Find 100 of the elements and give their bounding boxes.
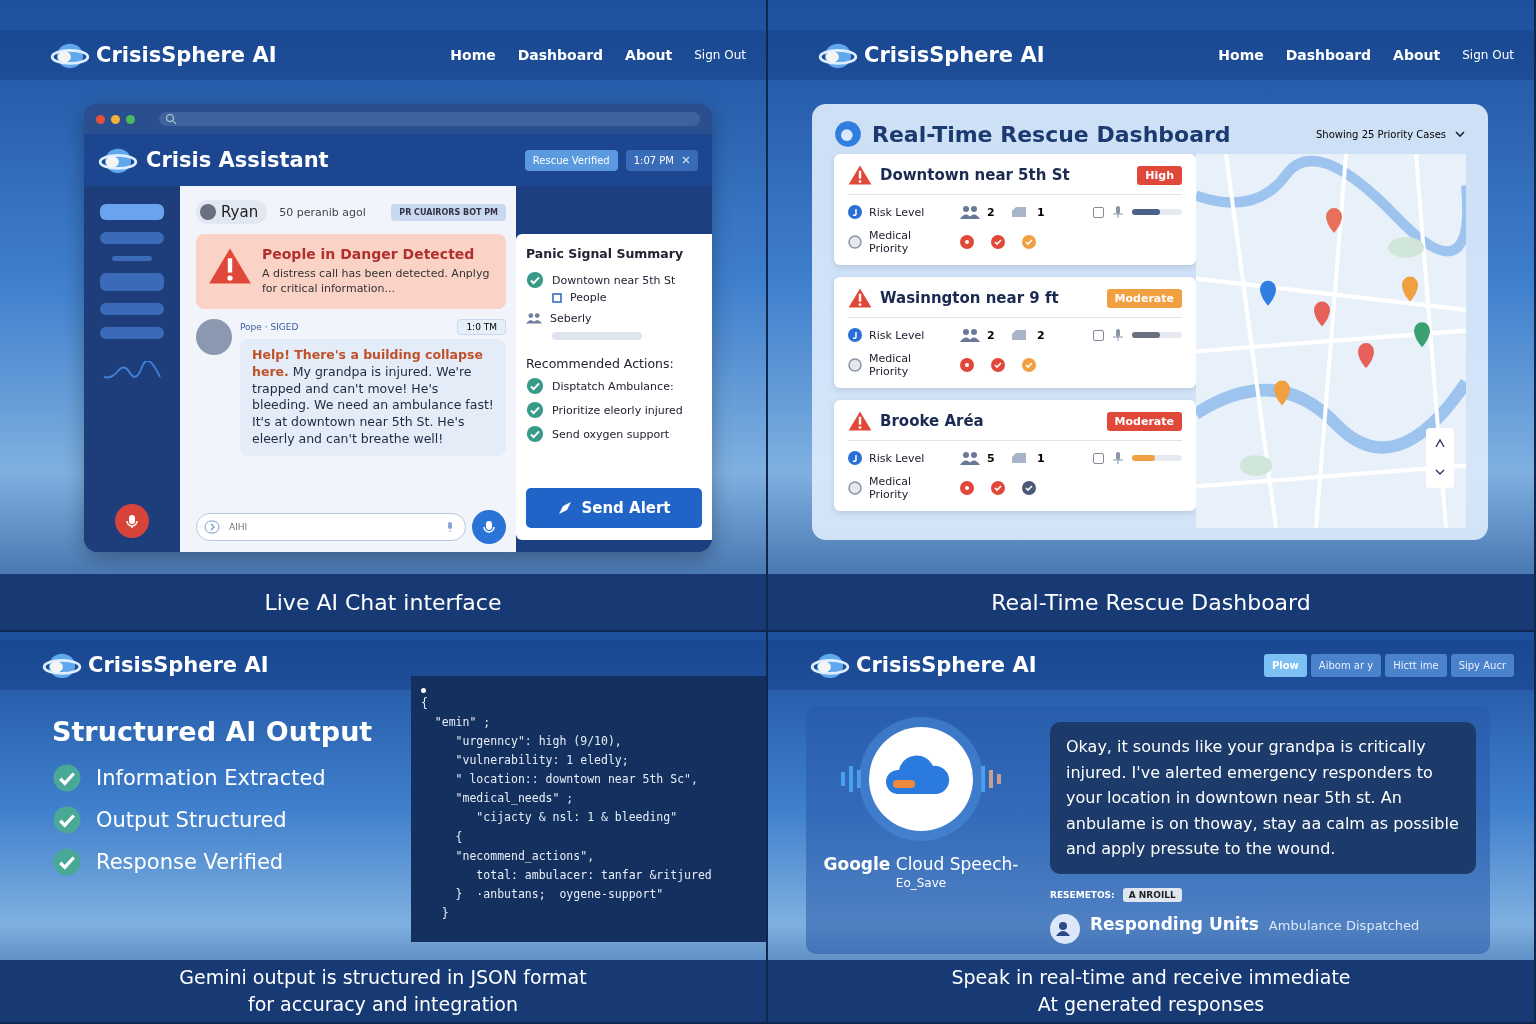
section-title: Structured AI Output [52, 716, 374, 747]
caption-line: At generated responses [1037, 992, 1265, 1017]
checkbox[interactable] [1093, 329, 1104, 341]
nav-link[interactable]: Home [1218, 47, 1264, 63]
code-line: "emin" ; [433, 714, 492, 732]
units-title: Responding Units [1090, 913, 1259, 934]
check-circle-icon [52, 805, 82, 835]
caption-line: for accuracy and integration [247, 992, 519, 1017]
avatar-icon [200, 204, 216, 220]
medical-label: Medical Priority [869, 352, 913, 378]
minimize-dot-icon[interactable] [111, 114, 120, 124]
window-dot-icon [420, 688, 426, 693]
status-tag: PR CUAIRORS BOT PM [391, 203, 506, 221]
message-bubble: Help! There's a building collapse here. My grandpa is injured. We're trapped and can't move! He's bleeding. We need an ambulance fast! It's at downtown near 5th St. He's eleerly and can't breathe well! [240, 338, 506, 457]
response-bubble: Okay, it sounds like your grandpa is critically injured. I've alerted emergency responders to your location in downtown near 5th st. An anbulame is on thoway, stay aa calm as possible and apply pressute to the wound. [1050, 722, 1476, 874]
meta-label: RESEMETOS: [1050, 889, 1115, 900]
brand-name: CrisisSphere AI [88, 653, 269, 677]
people-count: 5 [987, 451, 996, 465]
microphone-icon [124, 513, 140, 529]
check-circle-icon [526, 377, 544, 395]
tab[interactable]: Sipy Aucr [1450, 653, 1514, 677]
risk-label: Risk Level [869, 328, 926, 342]
checklist-item: Response Verified [96, 850, 284, 874]
nav-link[interactable]: Dashboard [517, 47, 604, 63]
microphone-button[interactable] [115, 504, 149, 538]
close-icon[interactable] [682, 156, 690, 164]
sidebar-item[interactable] [100, 273, 164, 291]
group-text: Seberly [550, 311, 592, 325]
nav-link[interactable]: About [625, 47, 673, 63]
people-count: 2 [987, 205, 996, 219]
timestamp: 50 peranib agol [279, 205, 366, 219]
nav-link[interactable]: About [1393, 47, 1441, 63]
status-badge: Rescue Verified [524, 149, 618, 171]
action-item: Disptatch Ambulance: [552, 379, 674, 393]
sidebar-item[interactable] [100, 232, 164, 244]
service-subtitle: Eo_Save [895, 876, 947, 890]
search-icon [165, 113, 177, 125]
code-line: { [454, 828, 464, 846]
case-card[interactable]: Wasinngton near 9 ft Moderate Risk Level 2 2 Medical Priority [834, 277, 1196, 388]
sidebar-item[interactable] [100, 204, 164, 220]
severity-badge: Moderate [1106, 288, 1182, 308]
code-line: "medical_needs" ; [454, 790, 575, 808]
risk-label: Risk Level [869, 451, 926, 465]
unit-count: 1 [1037, 451, 1046, 465]
location-text: Downtown near 5th St [552, 273, 676, 287]
tab[interactable]: Aibom ar y [1310, 653, 1382, 677]
check-circle-icon [52, 763, 82, 793]
meta-tag: A NROILL [1122, 887, 1182, 902]
message-time: 1:0 TM [457, 318, 506, 335]
message-input[interactable]: AIHI [196, 513, 466, 541]
code-line: } ·anbutans; oygene-support" [454, 885, 665, 903]
microphone-button[interactable] [472, 510, 506, 544]
nav-link[interactable]: Sign Out [1462, 48, 1514, 62]
sidebar-item[interactable] [100, 327, 164, 339]
nav-link[interactable]: Home [450, 47, 496, 63]
checklist-item: Output Structured [96, 808, 287, 832]
circle-icon [848, 481, 862, 495]
user-chip[interactable]: Ryan [196, 200, 268, 224]
circle-icon [848, 358, 862, 372]
caption: Live AI Chat interface [0, 574, 766, 630]
warning-icon [848, 164, 872, 186]
tab[interactable]: Hictt ime [1385, 653, 1447, 677]
nav-link[interactable]: Dashboard [1285, 47, 1372, 63]
code-line: "vulnerability: 1 eledly; [454, 752, 630, 770]
people-icon [960, 451, 980, 465]
severity-badge: Moderate [1106, 411, 1182, 431]
square-icon [552, 292, 562, 303]
section-title: Recommended Actions: [526, 356, 675, 371]
case-card[interactable]: Brooke Aréa Moderate Risk Level 5 1 Medical Priority [834, 400, 1196, 511]
risk-label: Risk Level [869, 205, 926, 219]
medical-label: Medical Priority [869, 475, 913, 501]
send-alert-button[interactable]: Send Alert [526, 488, 702, 528]
brand-name: CrisisSphere AI [96, 43, 277, 67]
info-circle-icon [848, 451, 862, 465]
code-line: { [420, 695, 429, 712]
nav-link[interactable]: Sign Out [694, 48, 746, 62]
case-title: Downtown near 5th St [880, 166, 1070, 184]
dashboard-title: Real-Time Rescue Dashboard [872, 121, 1231, 147]
brand-name: CrisisSphere AI [856, 653, 1037, 677]
window-title: Crisis Assistant [146, 148, 329, 172]
alert-title: People in Danger Detected [262, 246, 476, 262]
warning-icon [208, 246, 252, 286]
code-line: total: ambulacer: tanfar &ritjured [475, 866, 713, 884]
case-title: Wasinngton near 9 ft [880, 289, 1059, 307]
checkbox[interactable] [1093, 452, 1104, 464]
units-status: Ambulance Dispatched [1268, 917, 1420, 933]
filter-dropdown[interactable]: Showing 25 Priority Cases [1316, 128, 1466, 140]
action-item: Prioritize eleorly injured [552, 403, 683, 417]
medical-label: Medical Priority [869, 229, 913, 255]
maximize-dot-icon[interactable] [126, 114, 135, 124]
sidebar-item[interactable] [100, 303, 164, 315]
people-count: 2 [987, 328, 996, 342]
alert-text: A distress call has been detected. Anplyg for critical information... [262, 266, 491, 297]
case-card[interactable]: Downtown near 5th St High Risk Level 2 1 Medical Priority [834, 154, 1196, 265]
close-dot-icon[interactable] [96, 114, 105, 124]
avatar-icon [196, 318, 232, 355]
people-text: People [570, 291, 607, 304]
microphone-icon [481, 519, 497, 535]
service-name: Google Cloud Speech- [823, 854, 1019, 874]
checkbox[interactable] [1093, 206, 1104, 218]
